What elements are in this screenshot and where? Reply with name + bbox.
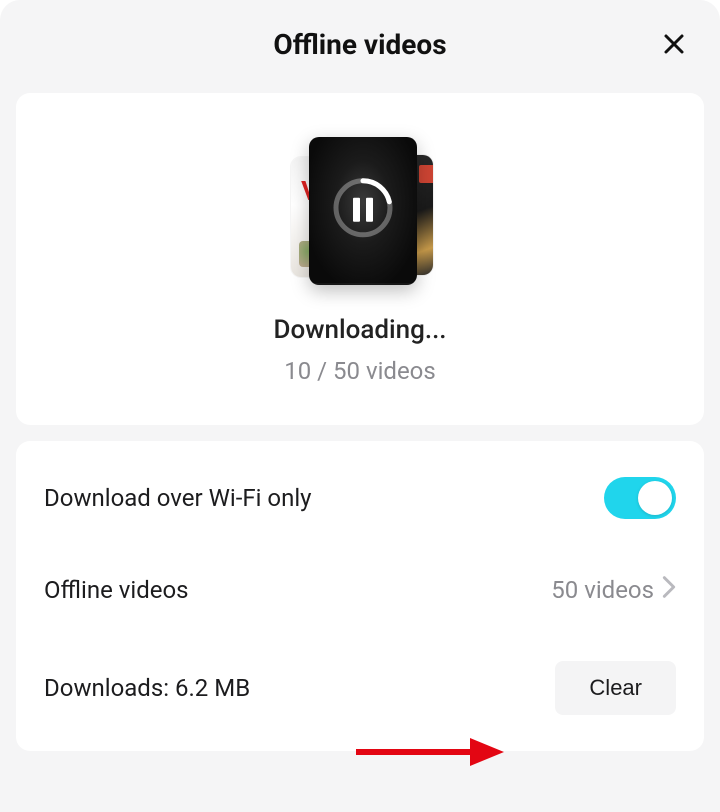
chevron-right-icon [662,575,676,605]
close-button[interactable] [658,28,690,60]
downloads-row: Downloads: 6.2 MB Clear [16,633,704,743]
video-thumbnail-stack[interactable] [285,137,435,287]
toggle-knob [638,481,672,515]
download-status-text: Downloading... [273,315,446,345]
pause-icon [353,198,373,222]
wifi-only-label: Download over Wi-Fi only [44,484,312,512]
downloads-size-label: Downloads: 6.2 MB [44,674,250,702]
close-icon [662,32,686,56]
offline-videos-label: Offline videos [44,576,189,604]
settings-card: Download over Wi-Fi only Offline videos … [16,441,704,751]
wifi-only-toggle[interactable] [604,477,676,519]
download-status-card: Downloading... 10 / 50 videos [16,93,704,425]
download-progress-text: 10 / 50 videos [284,357,436,385]
offline-videos-value-group: 50 videos [551,575,676,605]
offline-videos-row[interactable]: Offline videos 50 videos [16,547,704,633]
clear-button[interactable]: Clear [555,661,676,715]
sheet-header: Offline videos [0,0,720,85]
offline-videos-sheet: Offline videos Download [0,0,720,812]
wifi-only-row: Download over Wi-Fi only [16,449,704,547]
thumbnail-preview-center [309,137,417,285]
offline-videos-value: 50 videos [551,576,654,604]
page-title: Offline videos [273,28,446,61]
